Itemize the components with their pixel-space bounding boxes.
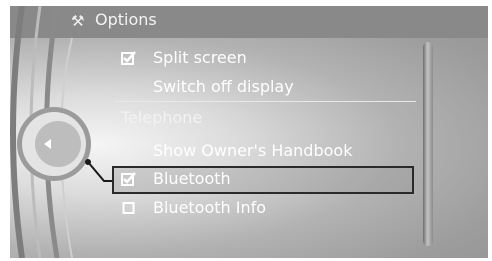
menu-item-split-screen[interactable]: Split screen xyxy=(121,43,411,72)
menu-item-label: Switch off display xyxy=(153,77,294,96)
menu-item-label: Bluetooth xyxy=(153,169,231,188)
menu-item-show-owners-handbook[interactable]: Show Owner's Handbook xyxy=(121,136,411,165)
menu-item-switch-off-display[interactable]: Switch off display xyxy=(121,72,411,101)
section-header-telephone: Telephone xyxy=(121,108,203,127)
display-screen: ⚒ Options Split screen Switch off displa… xyxy=(10,6,488,258)
checkbox-checked-icon xyxy=(121,51,136,65)
checkbox-checked-icon xyxy=(121,172,136,186)
menu-item-label: Split screen xyxy=(153,48,247,67)
menu-item-label: Bluetooth Info xyxy=(153,198,267,217)
section-divider xyxy=(114,101,416,102)
menu-item-bluetooth-info[interactable]: Bluetooth Info xyxy=(121,193,411,222)
checkbox-unchecked-icon xyxy=(122,201,136,215)
scrollbar[interactable] xyxy=(423,42,433,246)
menu-item-label: Show Owner's Handbook xyxy=(153,141,353,160)
menu-item-bluetooth[interactable]: Bluetooth xyxy=(121,164,411,193)
